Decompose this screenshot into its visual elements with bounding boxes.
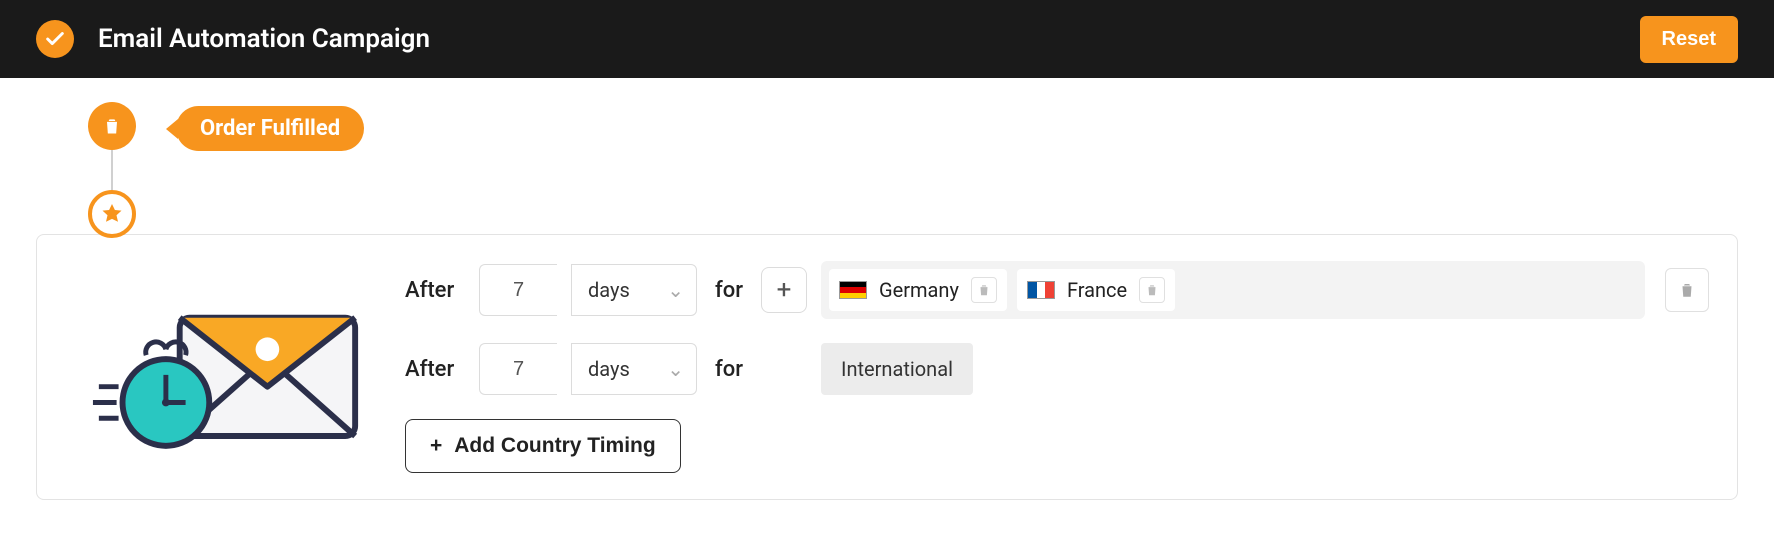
delete-row-button[interactable] [1665,268,1709,312]
step-node[interactable] [88,190,136,238]
remove-country-button[interactable] [971,277,997,303]
chevron-down-icon: ⌄ [667,357,684,381]
timeline [88,102,136,238]
delay-unit-select[interactable]: days ⌄ [571,343,697,395]
trash-icon [977,283,991,297]
delete-trigger-button[interactable] [88,102,136,150]
trash-icon [1678,281,1696,299]
trash-icon [1145,283,1159,297]
timing-row: After days ⌄ for International [405,343,1709,395]
reset-button[interactable]: Reset [1640,16,1738,63]
france-flag-icon [1027,281,1055,299]
star-icon [100,202,124,226]
plus-icon: + [430,434,442,458]
remove-country-button[interactable] [1139,277,1165,303]
timing-rows: After days ⌄ for + Germany [405,261,1709,473]
timing-row: After days ⌄ for + Germany [405,261,1709,319]
email-step-card: After days ⌄ for + Germany [36,234,1738,500]
germany-flag-icon [839,281,867,299]
page-title: Email Automation Campaign [98,24,430,54]
after-label: After [405,278,465,303]
country-name: France [1067,278,1127,302]
app-header: Email Automation Campaign Reset [0,0,1774,78]
countries-container: Germany France [821,261,1645,319]
trigger-badge[interactable]: Order Fulfilled [176,106,364,151]
delay-value-input[interactable] [479,343,557,395]
delay-unit-select[interactable]: days ⌄ [571,264,697,316]
country-chip-germany[interactable]: Germany [829,269,1007,311]
for-label: for [715,357,747,382]
for-label: for [715,278,747,303]
status-check-icon [36,20,74,58]
trash-icon [102,115,122,137]
after-label: After [405,357,465,382]
country-chip-france[interactable]: France [1017,269,1175,311]
delay-unit-value: days [588,278,630,302]
delay-value-input[interactable] [479,264,557,316]
add-country-button[interactable]: + [761,267,807,313]
international-scope-chip: International [821,343,973,395]
chevron-down-icon: ⌄ [667,278,684,302]
workflow-canvas: Order Fulfilled [0,78,1774,524]
email-timing-illustration-icon [65,261,365,473]
delay-unit-value: days [588,357,630,381]
country-name: Germany [879,278,959,302]
add-country-timing-button[interactable]: + Add Country Timing [405,419,681,473]
add-country-timing-label: Add Country Timing [454,434,655,458]
timeline-connector [111,150,113,190]
